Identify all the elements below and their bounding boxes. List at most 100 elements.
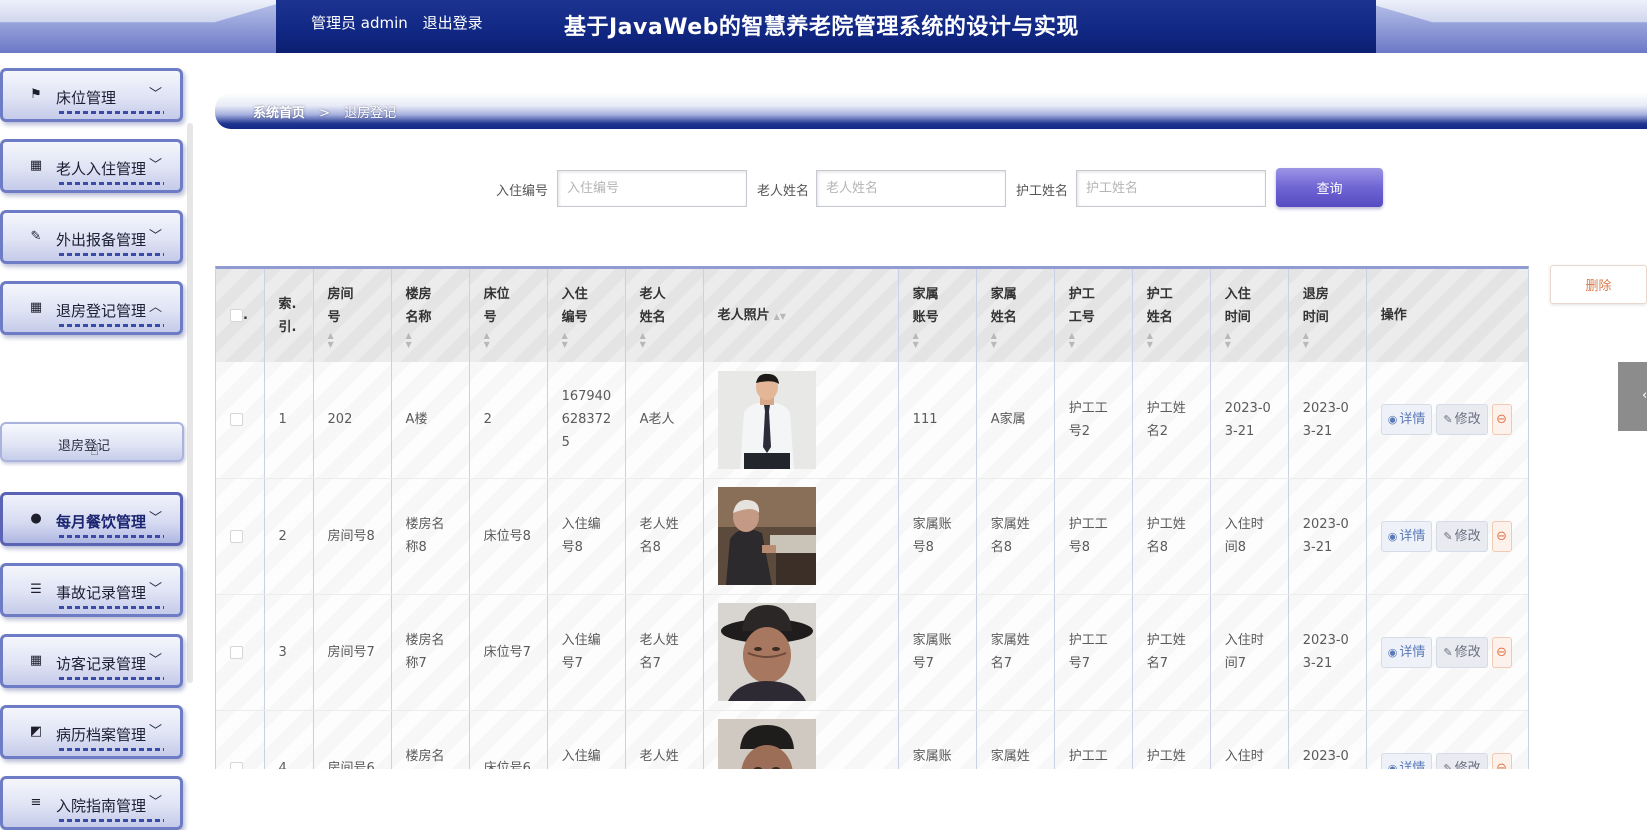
table-row: 1 202 A楼 2 1679406283725 A老人 111 A家属 护工工… (216, 362, 1528, 479)
detail-button[interactable]: ◉ 详情 (1380, 636, 1433, 668)
sidebar-item-medical-records[interactable]: ◩ 病历档案管理 ﹀ (0, 705, 183, 759)
site-title: 基于JavaWeb的智慧养老院管理系统的设计与实现 (564, 15, 1079, 40)
cell-worker-no: 护工工号6 (1054, 710, 1133, 769)
sidebar-item-label: 每月餐饮管理 (56, 513, 147, 531)
remove-row-button[interactable]: ⊖ (1491, 404, 1512, 436)
edit-button[interactable]: ✎ 修改 (1436, 404, 1488, 436)
cell-checkin-time: 入住时间7 (1210, 594, 1289, 711)
query-button[interactable]: 查询 (1276, 168, 1383, 207)
chart-icon: ◩ (29, 724, 43, 739)
eye-icon: ◉ (1387, 645, 1398, 659)
header-worker-name[interactable]: 护工姓名 ▲ ▼ (1132, 269, 1211, 362)
cell-operation: ◉ 详情 ✎ 修改 ⊖ (1366, 362, 1528, 479)
cell-index: 1 (264, 362, 314, 479)
cell-elder-photo (703, 478, 899, 595)
header-worker-no[interactable]: 护工工号 ▲ ▼ (1054, 269, 1133, 362)
elder-photo[interactable] (717, 719, 816, 769)
cell-index: 3 (264, 594, 314, 711)
edit-button[interactable]: ✎ 修改 (1436, 520, 1488, 552)
cell-family-account: 家属账号7 (898, 594, 977, 711)
row-checkbox[interactable] (230, 529, 243, 543)
row-checkbox[interactable] (230, 413, 243, 427)
cell-checkin-no: 入住编号6 (547, 710, 626, 769)
edit-button[interactable]: ✎ 修改 (1436, 752, 1488, 769)
elder-name-input[interactable] (816, 170, 1006, 207)
man-in-suit-photo (717, 370, 816, 469)
search-label-checkin-no: 入住编号 (496, 184, 549, 199)
sidebar-item-monthly-meals[interactable]: ● 每月餐饮管理 ﹀ (0, 492, 183, 546)
header-checkout-time[interactable]: 退房时间 ▲ ▼ (1288, 269, 1367, 362)
sidebar-item-visitor-records[interactable]: ▦ 访客记录管理 ﹀ (0, 634, 183, 688)
header-family-account[interactable]: 家属账号 ▲ ▼ (898, 269, 977, 362)
elderly-man-seated-photo (717, 487, 816, 585)
eye-icon: ◉ (1387, 529, 1398, 543)
chevron-up-icon: ︿ (148, 300, 162, 315)
menu-dots-decoration (59, 253, 164, 256)
select-all-checkbox[interactable] (230, 309, 243, 322)
cell-elder-photo (703, 362, 899, 479)
logout-link[interactable]: 退出登录 (423, 14, 483, 32)
header-room[interactable]: 房间号 ▲ ▼ (313, 269, 392, 362)
sidebar-subitem-label: 退房登记 (58, 439, 111, 454)
chevron-down-icon: ﹀ (148, 582, 162, 597)
clipboard-icon: ✎ (30, 229, 42, 244)
pencil-icon: ✎ (1443, 413, 1453, 427)
delete-button[interactable]: 删除 (1550, 265, 1647, 304)
sort-icon: ▲▼ (912, 330, 919, 349)
detail-button[interactable]: ◉ 详情 (1380, 752, 1433, 769)
side-drawer-tab[interactable]: ‹ (1618, 362, 1647, 431)
minus-circle-icon: ⊖ (1496, 760, 1508, 770)
top-banner: 管理员 admin 退出登录 基于JavaWeb的智慧养老院管理系统的设计与实现 (0, 0, 1647, 53)
cell-checkin-no: 入住编号8 (547, 478, 626, 595)
checkin-no-input[interactable] (557, 170, 747, 207)
remove-row-button[interactable]: ⊖ (1491, 520, 1512, 552)
remove-row-button[interactable]: ⊖ (1491, 636, 1512, 668)
row-checkbox[interactable] (230, 645, 243, 659)
cell-building: 楼房名称6 (391, 710, 470, 769)
header-checkin-no[interactable]: 入住编号 ▲ ▼ (547, 269, 626, 362)
menu-dots-decoration (59, 111, 164, 114)
grid-icon: ▦ (29, 653, 43, 668)
sidebar-item-accident-records[interactable]: ☰ 事故记录管理 ﹀ (0, 563, 183, 617)
sort-icon: ▲▼ (327, 330, 334, 349)
chevron-down-icon: ﹀ (148, 158, 162, 173)
sort-icon: ▲▼ (483, 330, 490, 349)
header-building[interactable]: 楼房名称 ▲ ▼ (391, 269, 470, 362)
cell-elder-photo (703, 710, 899, 769)
worker-name-input[interactable] (1076, 170, 1266, 207)
remove-row-button[interactable]: ⊖ (1491, 752, 1512, 770)
elder-photo[interactable] (717, 370, 816, 469)
breadcrumb-home[interactable]: 系统首页 (253, 106, 305, 121)
header-family-name[interactable]: 家属姓名 ▲ ▼ (976, 269, 1055, 362)
table-row: 4 房间号6 楼房名称6 床位号6 入住编号6 老人姓名6 (216, 710, 1528, 770)
detail-button[interactable]: ◉ 详情 (1380, 520, 1433, 552)
elderly-man-cap-photo (717, 719, 816, 769)
elder-photo[interactable] (717, 487, 816, 585)
cell-family-account: 家属账号8 (898, 478, 977, 595)
minus-circle-icon: ⊖ (1496, 644, 1508, 660)
cell-room: 房间号7 (313, 594, 392, 711)
sidebar-item-elder-checkin[interactable]: ▦ 老人入住管理 ﹀ (0, 139, 183, 193)
header-bed[interactable]: 床位号 ▲ ▼ (469, 269, 548, 362)
cell-worker-no: 护工工号8 (1054, 478, 1133, 595)
cell-checkin-no: 入住编号7 (547, 594, 626, 711)
row-checkbox[interactable] (230, 761, 243, 769)
minus-circle-icon: ⊖ (1496, 412, 1508, 428)
edit-button[interactable]: ✎ 修改 (1436, 636, 1488, 668)
header-elder-name[interactable]: 老人姓名 ▲ ▼ (625, 269, 704, 362)
table-row: 2 房间号8 楼房名称8 床位号8 入住编号8 老人姓名8 家属账号8 家属姓名… (216, 478, 1528, 595)
sidebar-item-bed-management[interactable]: ⚑ 床位管理 ﹀ (0, 68, 183, 122)
sidebar-item-admission-guide[interactable]: ≡ 入院指南管理 ﹀ (0, 776, 183, 830)
sidebar-scrollbar[interactable] (187, 123, 193, 683)
sidebar-item-checkout-management[interactable]: ▦ 退房登记管理 ︿ (0, 281, 183, 335)
elder-photo[interactable] (717, 603, 816, 701)
header-elder-photo[interactable]: 老人照片 ▲▼ (703, 269, 899, 362)
cell-family-account: 家属账号6 (898, 710, 977, 769)
detail-button[interactable]: ◉ 详情 (1380, 404, 1433, 436)
sort-icon: ▲▼ (639, 330, 646, 349)
sidebar-item-outing-report[interactable]: ✎ 外出报备管理 ﹀ (0, 210, 183, 264)
search-label-worker-name: 护工姓名 (1016, 184, 1069, 199)
admin-info: 管理员 admin 退出登录 (311, 12, 493, 33)
cell-building: 楼房名称8 (391, 478, 470, 595)
header-checkin-time[interactable]: 入住时间 ▲ ▼ (1210, 269, 1289, 362)
